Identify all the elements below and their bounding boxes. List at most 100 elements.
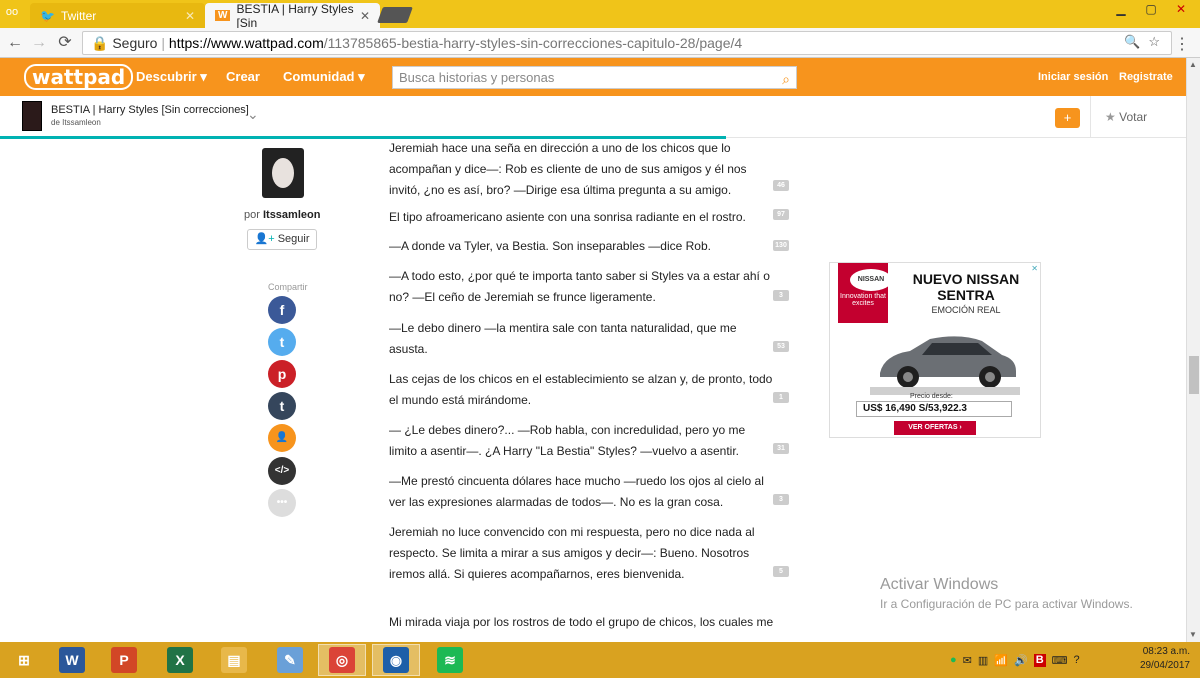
taskbar-excel[interactable]: X	[156, 644, 204, 676]
embed-icon: </>	[274, 465, 290, 476]
tab-bestia[interactable]: W BESTIA | Harry Styles [Sin ✕	[205, 2, 380, 30]
pinterest-icon: p	[277, 366, 287, 382]
page-scrollbar[interactable]: ▲ ▼	[1186, 58, 1200, 642]
back-icon[interactable]: ←	[4, 32, 26, 54]
chrome-icon: ◎	[329, 647, 355, 673]
wifi-icon[interactable]: 📶	[994, 654, 1008, 667]
facebook-share-button[interactable]: f	[268, 296, 296, 324]
taskbar-file-explorer[interactable]: ▤	[210, 644, 258, 676]
nav-discover[interactable]: Descubrir ▾	[136, 69, 207, 85]
taskbar-paint[interactable]: ✎	[266, 644, 314, 676]
inline-comment-count[interactable]: 1	[773, 392, 789, 403]
search-input[interactable]: Busca historias y personas ⌕	[392, 66, 797, 89]
system-tray: ● ✉ ▥ 📶 🔊 B ⌨ ?	[950, 654, 1080, 667]
help-icon[interactable]: ?	[1074, 654, 1080, 667]
ad-tagline: Innovation that excites	[840, 293, 886, 307]
nissan-logo: NISSAN	[850, 269, 892, 291]
inline-comment-count[interactable]: 3	[773, 290, 789, 301]
story-paragraph: El tipo afroamericano asiente con una so…	[389, 210, 746, 224]
inline-comment-count[interactable]: 97	[773, 209, 789, 220]
scroll-up-icon[interactable]: ▲	[1189, 60, 1197, 69]
tumblr-share-button[interactable]: t	[268, 392, 296, 420]
follow-button[interactable]: 👤+ Seguir	[247, 229, 317, 250]
reload-icon[interactable]: ⟳	[54, 32, 76, 54]
story-cover[interactable]	[22, 101, 42, 131]
message-icon[interactable]: ✉	[963, 654, 972, 667]
add-to-list-button[interactable]: +	[1055, 108, 1080, 128]
tab-twitter[interactable]: 🐦 Twitter ✕	[30, 3, 205, 28]
story-paragraph: —Le debo dinero —la mentira sale con tan…	[389, 321, 737, 356]
browser-menu-icon[interactable]: ⋮	[1174, 34, 1190, 54]
maximize-button[interactable]: ▢	[1136, 0, 1166, 20]
inline-comment-count[interactable]: 46	[773, 180, 789, 191]
author-name[interactable]: Itssamleon	[263, 209, 320, 221]
taskbar-windows-start[interactable]: ⊞	[0, 644, 48, 676]
clock-date: 29/04/2017	[1139, 660, 1190, 671]
profile-icon[interactable]: oo	[0, 0, 24, 24]
vote-button[interactable]: ★ Votar	[1090, 96, 1186, 138]
file-explorer-icon: ▤	[221, 647, 247, 673]
inline-comment-count[interactable]: 53	[773, 341, 789, 352]
spotify-tray-icon[interactable]: ●	[950, 654, 957, 667]
minimize-button[interactable]: ▁	[1106, 0, 1136, 20]
pinterest-share-button[interactable]: p	[268, 360, 296, 388]
taskbar-spotify[interactable]: ≋	[426, 644, 474, 676]
login-link[interactable]: Iniciar sesión	[1038, 71, 1108, 83]
ad-cta-button[interactable]: VER OFERTAS ›	[894, 421, 976, 435]
search-placeholder: Busca historias y personas	[399, 70, 555, 85]
embed-share-button[interactable]: </>	[268, 457, 296, 485]
address-bar[interactable]: 🔒 Seguro | https://www.wattpad.com/11378…	[82, 31, 1172, 55]
story-paragraph: Mi mirada viaja por los rostros de todo …	[389, 615, 774, 629]
close-icon[interactable]: ✕	[360, 9, 370, 23]
ad-close-icon[interactable]: ✕	[1031, 264, 1038, 273]
bookmark-star-icon[interactable]: ☆	[1148, 34, 1160, 50]
inline-comment-count[interactable]: 5	[773, 566, 789, 577]
share-label: Compartir	[268, 282, 308, 292]
twitter-share-button[interactable]: t	[268, 328, 296, 356]
star-icon: ★	[1105, 110, 1116, 124]
chevron-down-icon[interactable]: ⌄	[247, 106, 259, 123]
story-paragraph: —A donde va Tyler, va Bestia. Son insepa…	[389, 239, 711, 253]
scroll-thumb[interactable]	[1189, 356, 1199, 394]
tumblr-icon: t	[279, 398, 285, 414]
url-host: https://www.wattpad.com	[168, 35, 324, 51]
nav-community[interactable]: Comunidad ▾	[283, 69, 365, 85]
forward-icon[interactable]: →	[28, 32, 50, 54]
story-paragraph: —A todo esto, ¿por qué te importa tanto …	[389, 269, 770, 304]
more-share-button[interactable]: •••	[268, 489, 296, 517]
ad-title: NUEVO NISSAN SENTRA	[912, 271, 1020, 303]
ad-price-label: Precio desde:	[910, 393, 953, 400]
twitter-icon: 🐦	[40, 8, 55, 23]
author-avatar[interactable]	[262, 148, 304, 198]
app-icon: ◉	[383, 647, 409, 673]
window-close-button[interactable]: ✕	[1166, 0, 1196, 20]
story-title[interactable]: BESTIA | Harry Styles [Sin correcciones]	[51, 104, 249, 116]
volume-icon[interactable]: 🔊	[1014, 654, 1028, 667]
signup-link[interactable]: Registrate	[1119, 71, 1173, 83]
keyboard-icon[interactable]: ⌨	[1052, 654, 1068, 667]
clock-time: 08:23 a.m.	[1142, 646, 1190, 657]
twitter-icon: t	[279, 334, 285, 350]
more-icon: •••	[276, 497, 288, 508]
b-app-icon[interactable]: B	[1033, 654, 1046, 667]
inline-comment-count[interactable]: 31	[773, 443, 789, 454]
network-icon[interactable]: ▥	[978, 654, 988, 667]
user-share-button[interactable]: 👤	[268, 424, 296, 452]
taskbar-app[interactable]: ◉	[372, 644, 420, 676]
scroll-down-icon[interactable]: ▼	[1189, 630, 1197, 639]
excel-icon: X	[167, 647, 193, 673]
inline-comment-count[interactable]: 130	[773, 240, 789, 251]
taskbar-powerpoint[interactable]: P	[100, 644, 148, 676]
inline-comment-count[interactable]: 3	[773, 494, 789, 505]
wattpad-logo[interactable]: wattpad	[24, 64, 134, 90]
nav-create[interactable]: Crear	[226, 69, 260, 84]
activation-watermark-title: Activar Windows	[880, 576, 999, 593]
nissan-ad[interactable]: NISSAN Innovation that excites NUEVO NIS…	[829, 262, 1041, 438]
zoom-icon[interactable]: 🔍	[1124, 34, 1140, 50]
new-tab-button[interactable]	[377, 7, 413, 23]
clock[interactable]: 08:23 a.m. 29/04/2017	[1130, 645, 1190, 673]
taskbar-word[interactable]: W	[48, 644, 96, 676]
search-icon[interactable]: ⌕	[782, 69, 790, 90]
close-icon[interactable]: ✕	[185, 9, 195, 23]
taskbar-chrome[interactable]: ◎	[318, 644, 366, 676]
